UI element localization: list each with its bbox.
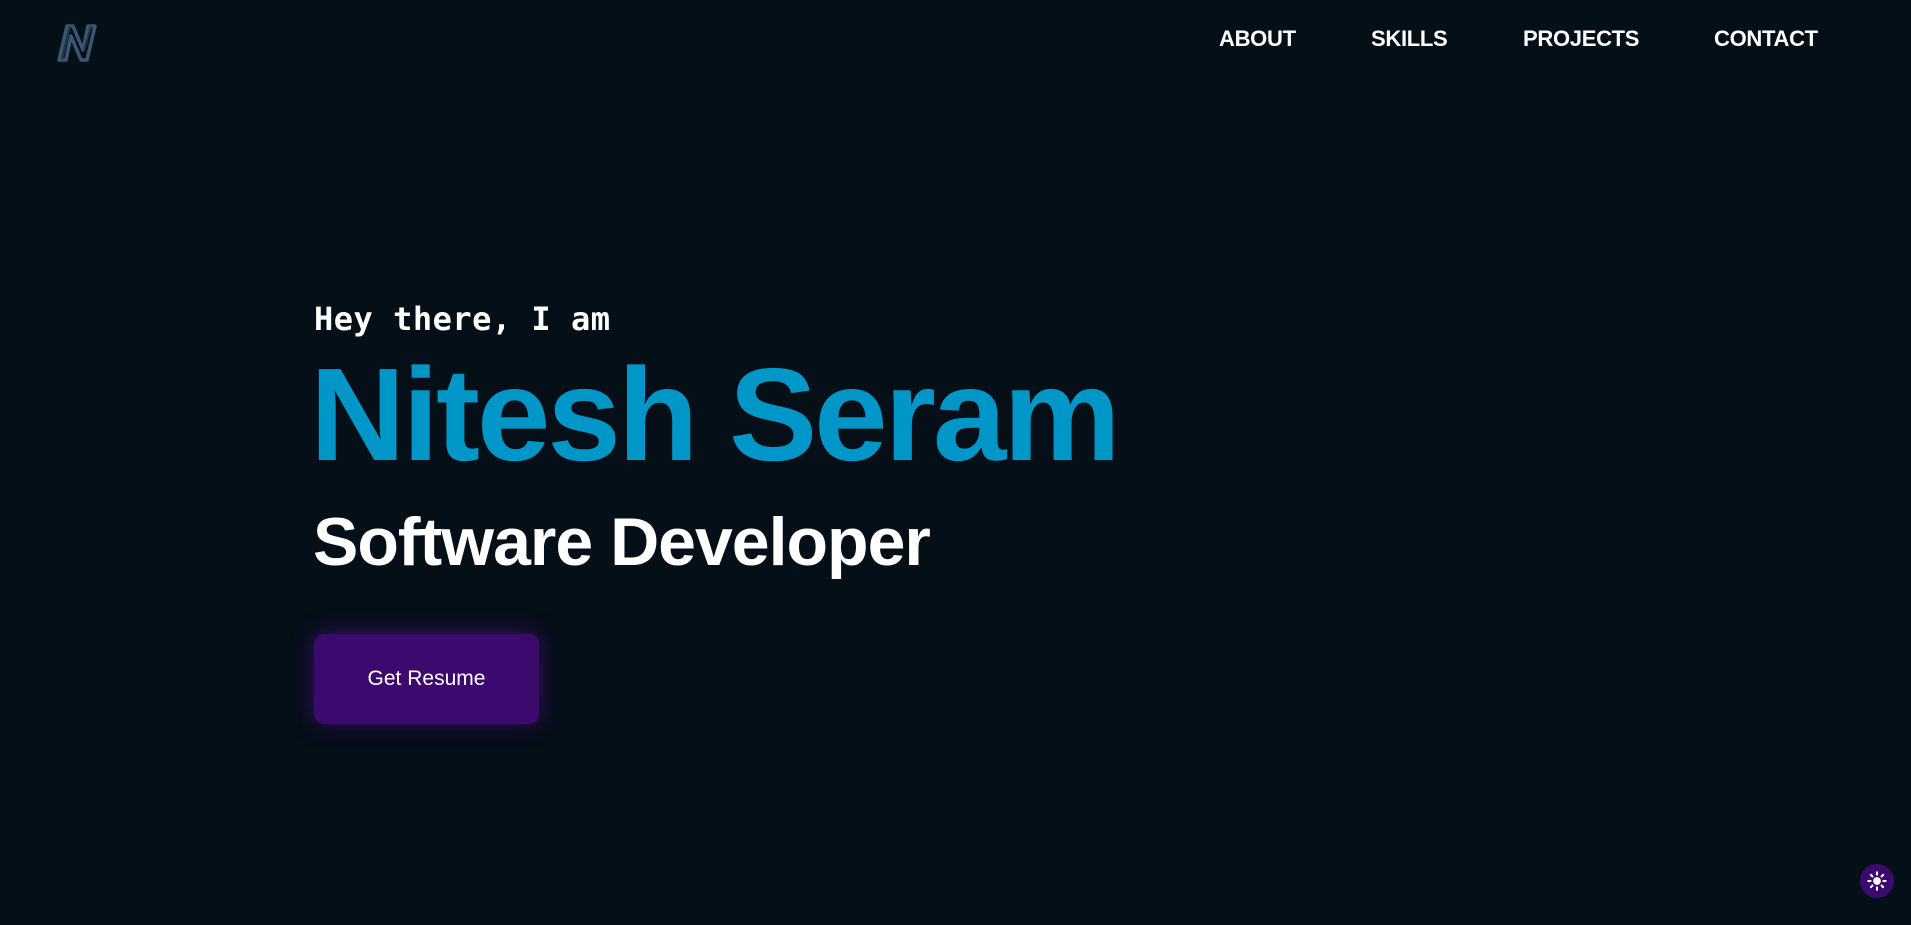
get-resume-button[interactable]: Get Resume xyxy=(314,634,539,724)
hero-name: Nitesh Seram xyxy=(310,341,1121,488)
nav-about[interactable]: ABOUT xyxy=(1219,26,1296,52)
n-monogram-logo-icon xyxy=(57,24,97,62)
theme-toggle-button[interactable] xyxy=(1860,864,1894,898)
site-header: ABOUT SKILLS PROJECTS CONTACT xyxy=(0,0,1911,82)
nav-projects[interactable]: PROJECTS xyxy=(1523,26,1639,52)
sun-icon xyxy=(1867,871,1887,891)
hero-section: Hey there, I am Nitesh Seram Software De… xyxy=(310,290,1314,750)
nav-skills[interactable]: SKILLS xyxy=(1371,26,1448,52)
hero-role: Software Developer xyxy=(313,504,931,580)
hero-greeting: Hey there, I am xyxy=(314,300,611,338)
nav-contact[interactable]: CONTACT xyxy=(1714,26,1818,52)
main-nav: ABOUT SKILLS PROJECTS CONTACT xyxy=(1200,26,1840,56)
logo-icon[interactable] xyxy=(53,20,103,64)
